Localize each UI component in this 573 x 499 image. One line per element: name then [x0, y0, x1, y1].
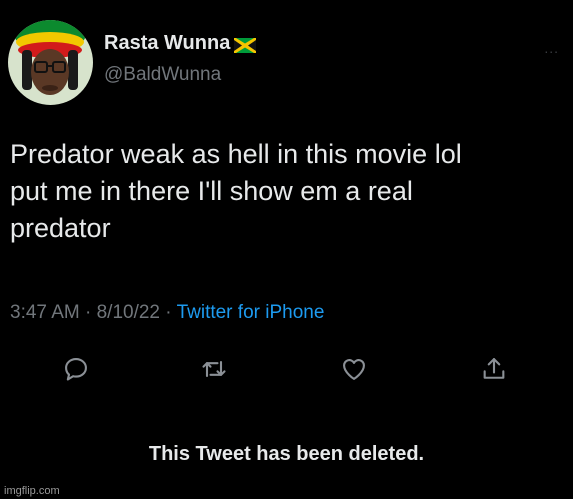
tweet-meta: 3:47 AM · 8/10/22 · Twitter for iPhone	[10, 302, 324, 324]
avatar[interactable]	[8, 20, 93, 105]
more-options-icon[interactable]: ...	[544, 40, 559, 56]
watermark: imgflip.com	[4, 485, 60, 497]
meta-separator: ·	[85, 302, 92, 323]
meta-separator: ·	[165, 302, 172, 323]
like-icon[interactable]	[340, 355, 370, 385]
tweet-actions	[62, 355, 522, 385]
tweet-text-line: put me in there I'll show em a real	[10, 176, 413, 206]
tweet-date[interactable]: 8/10/22	[97, 302, 160, 323]
display-name[interactable]: Rasta Wunna	[104, 32, 257, 55]
avatar-image	[8, 20, 93, 105]
display-name-text: Rasta Wunna	[104, 32, 231, 54]
retweet-icon[interactable]	[200, 355, 230, 385]
tweet-text-line: predator	[10, 213, 111, 243]
jamaica-flag-icon	[234, 36, 257, 53]
user-handle[interactable]: @BaldWunna	[104, 64, 221, 86]
tweet-text-line: Predator weak as hell in this movie lol	[10, 139, 462, 169]
tweet-time[interactable]: 3:47 AM	[10, 302, 80, 323]
share-icon[interactable]	[480, 355, 510, 385]
tweet-source[interactable]: Twitter for iPhone	[177, 302, 325, 323]
deleted-notice: This Tweet has been deleted.	[148, 443, 425, 465]
tweet-text: Predator weak as hell in this movie lol …	[10, 136, 550, 247]
reply-icon[interactable]	[62, 355, 92, 385]
